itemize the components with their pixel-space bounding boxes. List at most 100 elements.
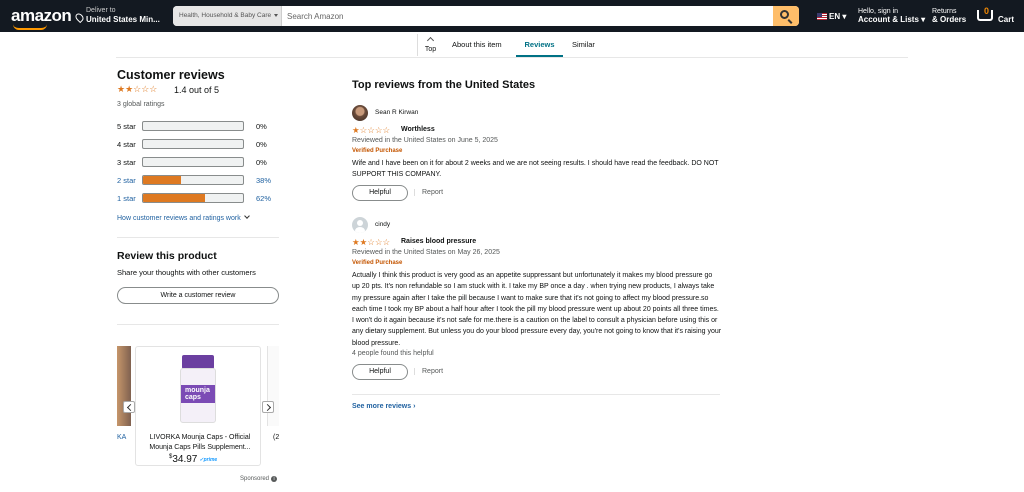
next-product-image[interactable] bbox=[267, 346, 279, 426]
carousel-prev-button[interactable] bbox=[123, 401, 135, 413]
account-greeting: Hello, sign in bbox=[858, 8, 899, 15]
histogram-row: 4 star 0% bbox=[117, 138, 277, 150]
how-reviews-work-link[interactable]: How customer reviews and ratings work bbox=[117, 213, 250, 222]
search-button[interactable] bbox=[773, 6, 799, 26]
product-image[interactable]: mounja caps bbox=[178, 355, 218, 423]
histogram-percent: 0% bbox=[256, 122, 267, 131]
caret-down-icon bbox=[274, 13, 279, 17]
verified-purchase-badge: Verified Purchase bbox=[352, 260, 403, 266]
review-star-rating-icon: ★★☆☆☆ bbox=[352, 237, 391, 247]
histogram-bar bbox=[142, 193, 244, 203]
section-divider bbox=[117, 237, 279, 238]
review-body: Wife and I have been on it for about 2 w… bbox=[352, 160, 719, 179]
bottle-brand-text: mounja caps bbox=[185, 387, 210, 401]
average-stars: ★★☆☆☆ bbox=[117, 84, 157, 95]
logo-smile-icon bbox=[13, 24, 47, 30]
top-nav-bar: amazon Deliver to United States Min... H… bbox=[0, 0, 1024, 32]
chevron-up-icon bbox=[426, 36, 435, 45]
histogram-row: 5 star 0% bbox=[117, 120, 277, 132]
review-star-rating-icon: ★☆☆☆☆ bbox=[352, 125, 391, 135]
review-body: Actually I think this product is very go… bbox=[352, 272, 722, 347]
report-link[interactable]: Report bbox=[414, 368, 443, 375]
star-rating-icon: ★★☆☆☆ bbox=[117, 84, 158, 94]
customer-reviews-title: Customer reviews bbox=[117, 68, 225, 82]
carousel-next-button[interactable] bbox=[262, 401, 274, 413]
histogram-percent: 0% bbox=[256, 140, 267, 149]
tab-top[interactable]: Top bbox=[418, 33, 443, 57]
histogram-bar bbox=[142, 139, 244, 149]
returns-orders-link[interactable]: Returns & Orders bbox=[932, 8, 966, 24]
histogram-percent: 62% bbox=[256, 194, 272, 203]
histogram-row[interactable]: 1 star 62% bbox=[117, 192, 277, 204]
review-product-subtitle: Share your thoughts with other customers bbox=[117, 268, 256, 277]
search-category-dropdown[interactable]: Health, Household & Baby Care bbox=[173, 6, 282, 26]
product-price: $34.97 ✓prime bbox=[169, 454, 217, 465]
cart-label: Cart bbox=[998, 15, 1015, 24]
histogram-star-label: 2 star bbox=[117, 176, 136, 185]
review-product-title: Review this product bbox=[117, 250, 217, 262]
review-title[interactable]: Raises blood pressure bbox=[401, 238, 476, 245]
prev-product-image[interactable] bbox=[117, 346, 131, 426]
sponsored-text: Sponsored bbox=[240, 476, 270, 482]
info-icon: i bbox=[271, 476, 278, 482]
cart-button[interactable]: 0 Cart bbox=[977, 6, 1021, 27]
next-product-title-fragment[interactable]: (2 bbox=[273, 434, 279, 441]
location-pin-icon bbox=[73, 11, 86, 24]
bottle-cap bbox=[182, 355, 214, 369]
histogram-star-label: 3 star bbox=[117, 158, 136, 167]
product-title[interactable]: LIVORKA Mounja Caps - Official Mounja Ca… bbox=[143, 433, 257, 453]
search-category-label: Health, Household & Baby Care bbox=[179, 12, 272, 19]
review-date: Reviewed in the United States on May 26,… bbox=[352, 249, 500, 256]
average-rating-text[interactable]: 1.4 out of 5 bbox=[174, 85, 219, 95]
account-menu[interactable]: Hello, sign in Account & Lists ▾ bbox=[858, 8, 925, 24]
returns-label: Returns bbox=[932, 8, 957, 15]
histogram-bar-fill bbox=[143, 194, 205, 202]
deliver-label: Deliver to bbox=[86, 7, 116, 14]
histogram-row[interactable]: 2 star 38% bbox=[117, 174, 277, 186]
how-reviews-work-label: How customer reviews and ratings work bbox=[117, 215, 241, 222]
review-item: cindy ★★☆☆☆ Raises blood pressure Review… bbox=[352, 217, 722, 387]
helpful-button[interactable]: Helpful bbox=[352, 364, 408, 380]
global-ratings-count: 3 global ratings bbox=[117, 101, 165, 108]
histogram-star-label: 5 star bbox=[117, 122, 136, 131]
sponsored-carousel: mounja caps KA (2 LIVORKA Mounja Caps - … bbox=[117, 340, 279, 475]
review-date: Reviewed in the United States on June 5,… bbox=[352, 137, 498, 144]
account-lists: Account & Lists ▾ bbox=[858, 15, 926, 24]
bottle-body: mounja caps bbox=[180, 368, 216, 423]
tab-similar[interactable]: Similar bbox=[572, 33, 595, 57]
helpful-button[interactable]: Helpful bbox=[352, 185, 408, 201]
histogram-star-label: 4 star bbox=[117, 140, 136, 149]
see-more-reviews-link[interactable]: See more reviews › bbox=[352, 403, 415, 410]
histogram-star-label: 1 star bbox=[117, 194, 136, 203]
histogram-row: 3 star 0% bbox=[117, 156, 277, 168]
write-review-button[interactable]: Write a customer review bbox=[117, 287, 279, 304]
reviews-divider bbox=[352, 394, 720, 395]
review-title[interactable]: Worthless bbox=[401, 126, 435, 133]
deliver-location: United States Min... bbox=[86, 15, 160, 24]
verified-purchase-badge: Verified Purchase bbox=[352, 148, 403, 154]
search-input[interactable] bbox=[283, 6, 773, 26]
account-lists-label: Account & Lists bbox=[858, 15, 919, 24]
prev-product-title-fragment[interactable]: KA bbox=[117, 434, 126, 441]
tabs-divider bbox=[116, 57, 908, 58]
tab-reviews[interactable]: Reviews bbox=[516, 33, 563, 57]
orders-label: & Orders bbox=[932, 15, 967, 24]
reviewer-name[interactable]: Sean R Kirwan bbox=[375, 109, 418, 116]
report-link[interactable]: Report bbox=[414, 189, 443, 196]
section-divider bbox=[117, 324, 279, 325]
helpful-count: 4 people found this helpful bbox=[352, 350, 434, 357]
histogram-percent: 38% bbox=[256, 176, 272, 185]
language-selector[interactable]: EN ▾ bbox=[817, 12, 846, 21]
prime-badge: ✓prime bbox=[199, 457, 218, 463]
cart-count: 0 bbox=[984, 6, 990, 16]
amazon-logo[interactable]: amazon bbox=[11, 6, 72, 30]
tab-about[interactable]: About this item bbox=[452, 33, 502, 57]
sponsored-label[interactable]: Sponsored i bbox=[240, 476, 278, 482]
histogram-bar-fill bbox=[143, 176, 181, 184]
price-value: 34.97 bbox=[172, 454, 198, 465]
us-flag-icon bbox=[817, 13, 827, 21]
chevron-down-icon bbox=[243, 213, 250, 219]
reviewer-name[interactable]: cindy bbox=[375, 221, 390, 228]
search-icon bbox=[780, 10, 789, 19]
histogram-bar bbox=[142, 121, 244, 131]
